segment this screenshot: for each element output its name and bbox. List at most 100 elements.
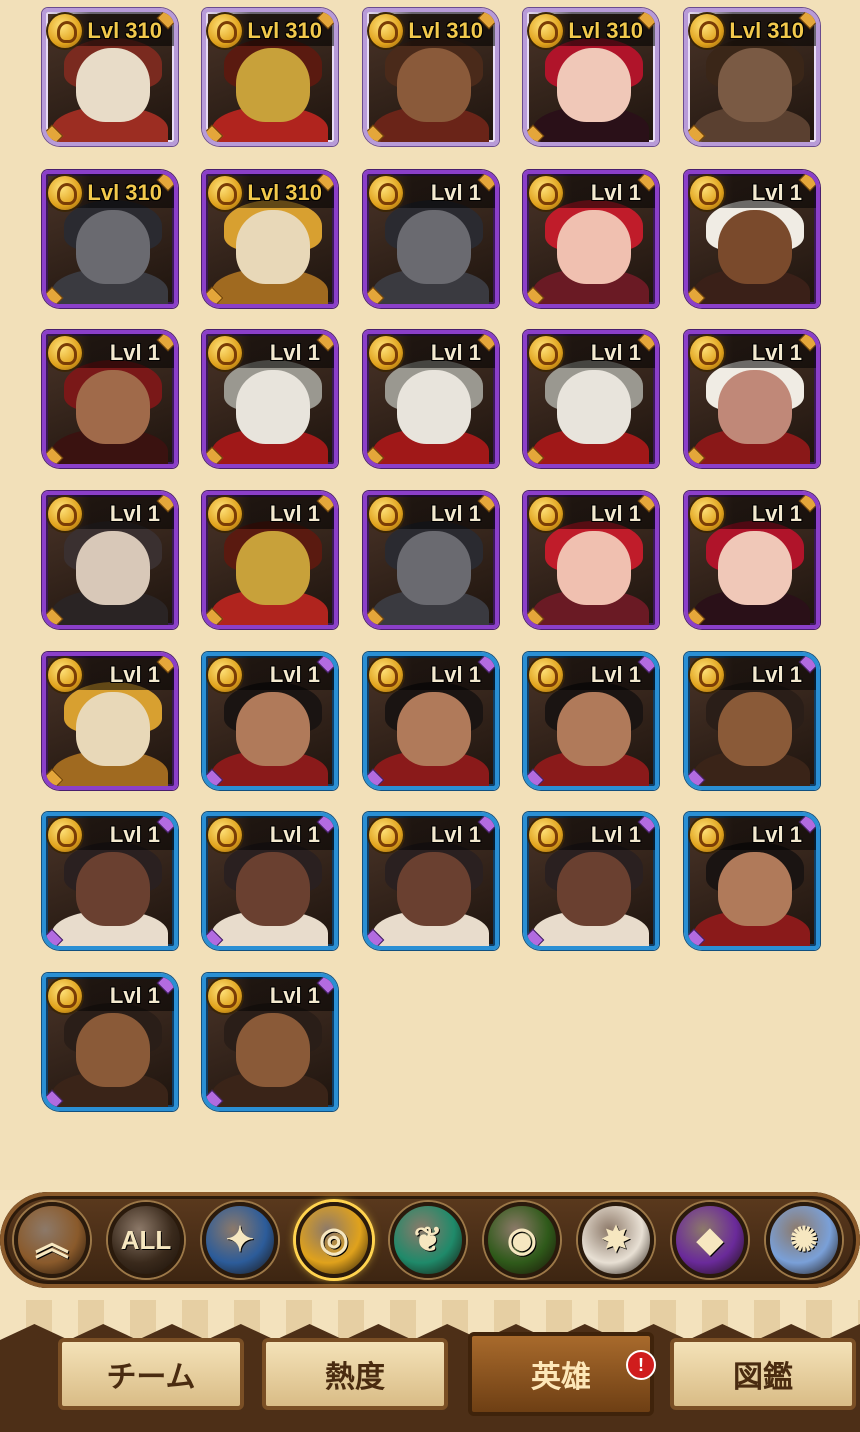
hero-level: Lvl 1 bbox=[430, 501, 481, 526]
mauler-faction-icon bbox=[529, 818, 563, 852]
hero-level: Lvl 1 bbox=[590, 501, 641, 526]
hero-card[interactable]: Lvl 1 bbox=[42, 330, 178, 468]
hero-level: Lvl 1 bbox=[751, 822, 802, 847]
hero-card[interactable]: Lvl 1 bbox=[363, 491, 499, 629]
mauler-faction-icon bbox=[369, 658, 403, 692]
mauler-faction-glyph: ◎ bbox=[319, 1221, 349, 1259]
hero-card[interactable]: Lvl 1 bbox=[202, 330, 338, 468]
mauler-faction-icon bbox=[48, 176, 82, 210]
mauler-faction-icon[interactable]: ◎ bbox=[296, 1202, 372, 1278]
hero-card[interactable]: Lvl 1 bbox=[202, 491, 338, 629]
mauler-faction-icon bbox=[208, 979, 242, 1013]
mauler-faction-icon bbox=[690, 14, 724, 48]
hero-level: Lvl 1 bbox=[751, 662, 802, 687]
hero-card[interactable]: Lvl 1 bbox=[684, 652, 820, 790]
dimensional-faction-icon[interactable]: ✺ bbox=[766, 1202, 842, 1278]
collapse-chevron-glyph: ︽ bbox=[35, 1224, 69, 1263]
lightbearer-faction-glyph: ✦ bbox=[225, 1221, 255, 1259]
mauler-faction-icon bbox=[690, 336, 724, 370]
mauler-faction-icon bbox=[529, 176, 563, 210]
tab-heroes[interactable]: 英雄 bbox=[468, 1332, 654, 1416]
mauler-faction-icon bbox=[208, 336, 242, 370]
hero-card[interactable]: Lvl 1 bbox=[42, 491, 178, 629]
hero-card[interactable]: Lvl 1 bbox=[523, 812, 659, 950]
celestial-faction-glyph: ✸ bbox=[601, 1221, 631, 1259]
hero-level: Lvl 310 bbox=[87, 180, 162, 205]
hero-level: Lvl 1 bbox=[269, 501, 320, 526]
tab-collection[interactable]: 図鑑 bbox=[670, 1338, 856, 1410]
hero-card[interactable]: Lvl 310 bbox=[523, 8, 659, 146]
mauler-faction-icon bbox=[690, 818, 724, 852]
hero-card[interactable]: Lvl 1 bbox=[202, 812, 338, 950]
hero-level: Lvl 310 bbox=[729, 18, 804, 43]
hero-card[interactable]: Lvl 1 bbox=[363, 170, 499, 308]
mauler-faction-icon bbox=[369, 818, 403, 852]
mauler-faction-icon bbox=[48, 658, 82, 692]
hero-level: Lvl 310 bbox=[247, 18, 322, 43]
mauler-faction-icon bbox=[369, 14, 403, 48]
hero-card[interactable]: Lvl 1 bbox=[684, 170, 820, 308]
hero-card[interactable]: Lvl 1 bbox=[202, 652, 338, 790]
mauler-faction-icon bbox=[48, 14, 82, 48]
mauler-faction-icon bbox=[690, 658, 724, 692]
hero-level: Lvl 1 bbox=[430, 180, 481, 205]
tab-team[interactable]: チーム bbox=[58, 1338, 244, 1410]
hero-card[interactable]: Lvl 1 bbox=[684, 491, 820, 629]
wilder-faction-icon[interactable]: ❦ bbox=[390, 1202, 466, 1278]
mauler-faction-icon bbox=[208, 14, 242, 48]
hero-card[interactable]: Lvl 1 bbox=[42, 973, 178, 1111]
hero-card[interactable]: Lvl 310 bbox=[363, 8, 499, 146]
hero-level: Lvl 1 bbox=[590, 340, 641, 365]
hero-level: Lvl 1 bbox=[751, 180, 802, 205]
hero-card[interactable]: Lvl 1 bbox=[363, 812, 499, 950]
hero-level: Lvl 310 bbox=[247, 180, 322, 205]
hero-card[interactable]: Lvl 1 bbox=[42, 652, 178, 790]
hero-card[interactable]: Lvl 310 bbox=[684, 8, 820, 146]
hero-level: Lvl 1 bbox=[109, 501, 160, 526]
wilder-faction-glyph: ❦ bbox=[413, 1221, 443, 1259]
hero-card[interactable]: Lvl 1 bbox=[42, 812, 178, 950]
hero-card[interactable]: Lvl 310 bbox=[42, 8, 178, 146]
tab-heat[interactable]: 熱度 bbox=[262, 1338, 448, 1410]
mauler-faction-icon bbox=[208, 818, 242, 852]
hero-level: Lvl 310 bbox=[87, 18, 162, 43]
hero-level: Lvl 1 bbox=[109, 662, 160, 687]
collapse-chevron-icon[interactable]: ︽ bbox=[14, 1202, 90, 1278]
mauler-faction-icon bbox=[529, 497, 563, 531]
hero-card[interactable]: Lvl 1 bbox=[363, 330, 499, 468]
hero-level: Lvl 1 bbox=[751, 340, 802, 365]
mauler-faction-icon bbox=[48, 818, 82, 852]
filter-all-icon[interactable]: ALL bbox=[108, 1202, 184, 1278]
hero-level: Lvl 1 bbox=[269, 822, 320, 847]
mauler-faction-icon bbox=[369, 497, 403, 531]
hero-card[interactable]: Lvl 1 bbox=[684, 330, 820, 468]
hero-card[interactable]: Lvl 1 bbox=[523, 330, 659, 468]
mauler-faction-icon bbox=[48, 497, 82, 531]
hero-card[interactable]: Lvl 310 bbox=[42, 170, 178, 308]
hero-card[interactable]: Lvl 1 bbox=[202, 973, 338, 1111]
hero-card[interactable]: Lvl 1 bbox=[523, 170, 659, 308]
hero-level: Lvl 1 bbox=[109, 983, 160, 1008]
hero-level: Lvl 310 bbox=[408, 18, 483, 43]
hero-level: Lvl 1 bbox=[269, 340, 320, 365]
hypogean-faction-glyph: ◆ bbox=[696, 1221, 724, 1259]
hero-level: Lvl 1 bbox=[590, 662, 641, 687]
mauler-faction-icon bbox=[208, 658, 242, 692]
filter-all-glyph: ALL bbox=[120, 1224, 172, 1255]
mauler-faction-icon bbox=[529, 658, 563, 692]
lightbearer-faction-icon[interactable]: ✦ bbox=[202, 1202, 278, 1278]
celestial-faction-icon[interactable]: ✸ bbox=[578, 1202, 654, 1278]
mauler-faction-icon bbox=[529, 14, 563, 48]
hero-level: Lvl 1 bbox=[430, 662, 481, 687]
hero-card[interactable]: Lvl 310 bbox=[202, 8, 338, 146]
hero-card[interactable]: Lvl 1 bbox=[684, 812, 820, 950]
hero-card[interactable]: Lvl 310 bbox=[202, 170, 338, 308]
graveborn-faction-icon[interactable]: ◉ bbox=[484, 1202, 560, 1278]
mauler-faction-icon bbox=[369, 176, 403, 210]
hero-card[interactable]: Lvl 1 bbox=[363, 652, 499, 790]
hero-card[interactable]: Lvl 1 bbox=[523, 491, 659, 629]
hero-level: Lvl 1 bbox=[751, 501, 802, 526]
hypogean-faction-icon[interactable]: ◆ bbox=[672, 1202, 748, 1278]
hero-grid: Lvl 310 Lvl 310 Lvl 310 Lvl 310 Lvl 310 Lvl 3… bbox=[0, 0, 860, 1190]
hero-card[interactable]: Lvl 1 bbox=[523, 652, 659, 790]
